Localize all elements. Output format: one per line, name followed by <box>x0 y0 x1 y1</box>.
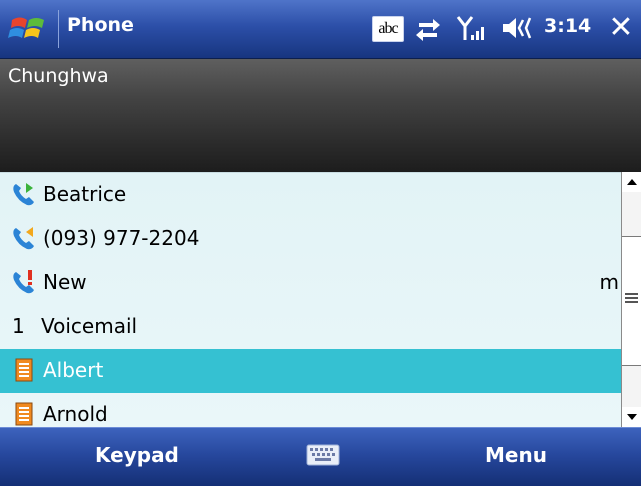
title-separator <box>58 10 59 48</box>
softkey-bar: Keypad Menu <box>0 427 641 486</box>
missed-call-icon <box>13 270 35 294</box>
volume-icon[interactable] <box>499 12 535 44</box>
input-method-icon[interactable]: abc <box>372 16 404 42</box>
signal-icon[interactable] <box>455 12 487 44</box>
clock[interactable]: 3:14 <box>544 15 591 37</box>
list-item[interactable]: (093) 977-2204 <box>0 217 621 261</box>
carrier-name: Chunghwa <box>8 65 109 87</box>
list-item-trailing-text: m <box>599 270 619 294</box>
scroll-grip-icon <box>625 293 638 305</box>
list-item-label: Voicemail <box>41 314 138 338</box>
list-item-label: Beatrice <box>43 182 127 206</box>
connectivity-icon[interactable] <box>413 12 443 44</box>
menu-softkey[interactable]: Menu <box>485 443 547 467</box>
keypad-softkey[interactable]: Keypad <box>95 443 179 467</box>
list-item-label: Albert <box>43 358 104 382</box>
incoming-call-icon <box>13 227 35 250</box>
keyboard-icon[interactable] <box>306 444 340 466</box>
call-list: Beatrice (093) 977-2204 New m 1 Voicemai… <box>0 172 621 428</box>
list-item-label: New <box>43 270 87 294</box>
speed-dial-number: 1 <box>12 314 25 338</box>
list-item-label: Arnold <box>43 402 108 426</box>
carrier-panel: Chunghwa <box>0 59 641 172</box>
list-item-voicemail[interactable]: 1 Voicemail <box>0 305 621 349</box>
app-title: Phone <box>67 14 134 36</box>
list-item[interactable]: New m <box>0 261 621 305</box>
scroll-down-arrow-icon[interactable] <box>622 407 641 427</box>
scrollbar[interactable] <box>621 172 641 427</box>
list-item[interactable]: Beatrice <box>0 173 621 217</box>
scrollbar-thumb[interactable] <box>622 236 641 366</box>
scroll-up-arrow-icon[interactable] <box>622 172 641 192</box>
list-item-selected[interactable]: Albert <box>0 349 621 393</box>
title-bar: Phone abc 3:14 ✕ <box>0 0 641 59</box>
windows-start-icon[interactable] <box>6 12 54 46</box>
contact-card-icon <box>15 358 33 382</box>
list-item-label: (093) 977-2204 <box>43 226 200 250</box>
close-icon[interactable]: ✕ <box>605 11 637 45</box>
contact-card-icon <box>15 402 33 426</box>
outgoing-call-icon <box>13 183 35 206</box>
list-item[interactable]: Arnold <box>0 393 621 428</box>
